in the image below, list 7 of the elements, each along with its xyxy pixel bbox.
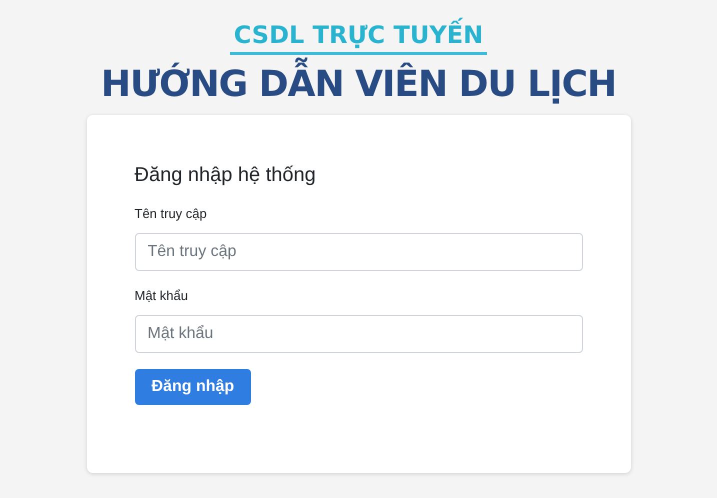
login-button[interactable]: Đăng nhập (134, 369, 252, 405)
field-label: Tên truy cập (134, 205, 207, 223)
logo-subtitle: CSDL TRỰC TUYẾN (230, 18, 488, 55)
username-field[interactable]: Tên truy cập (134, 233, 582, 271)
form-heading: Đăng nhập hệ thống (134, 163, 317, 188)
field-label: Mật khẩu (134, 287, 188, 305)
password-field[interactable]: Mật khẩu (134, 315, 582, 353)
